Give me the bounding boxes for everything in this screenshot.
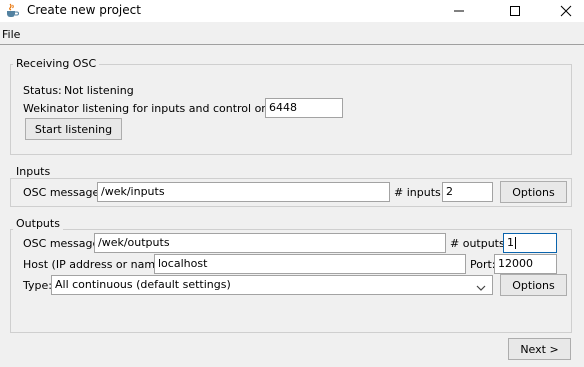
outputs-options-button[interactable]: Options <box>500 274 567 296</box>
output-port-field[interactable]: 12000 <box>494 254 557 274</box>
outputs-title: Outputs <box>13 217 63 230</box>
inputs-title: Inputs <box>13 165 54 178</box>
maximize-icon <box>510 6 520 16</box>
outputs-count-field[interactable]: 1 <box>503 233 557 253</box>
inputs-osc-field[interactable]: /wek/inputs <box>97 182 390 202</box>
receiving-osc-title: Receiving OSC <box>13 57 100 70</box>
menu-bar: File <box>0 26 584 44</box>
chevron-down-icon <box>476 282 486 295</box>
outputs-osc-field[interactable]: /wek/outputs <box>94 233 446 253</box>
status-value: Not listening <box>64 84 134 97</box>
title-bar: Create new project <box>0 0 584 22</box>
host-field[interactable]: localhost <box>154 254 466 274</box>
close-button[interactable] <box>548 0 584 22</box>
java-coffee-icon <box>4 2 20 18</box>
menu-divider <box>0 44 584 45</box>
listen-port-field[interactable]: 6448 <box>265 98 343 118</box>
type-label: Type: <box>23 279 52 292</box>
type-select[interactable]: All continuous (default settings) <box>51 275 493 295</box>
text-caret <box>515 237 516 249</box>
maximize-button[interactable] <box>497 0 533 22</box>
minimize-icon <box>454 10 464 12</box>
inputs-count-label: # inputs: <box>394 186 445 199</box>
minimize-button[interactable] <box>441 0 477 22</box>
outputs-count-label: # outputs: <box>450 237 509 250</box>
status-label: Status: <box>23 84 62 97</box>
type-select-value: All continuous (default settings) <box>55 278 231 291</box>
outputs-osc-label: OSC message: <box>23 237 103 250</box>
close-icon <box>560 5 572 17</box>
next-button[interactable]: Next > <box>508 338 571 360</box>
listen-port-label: Wekinator listening for inputs and contr… <box>23 102 299 115</box>
menu-file[interactable]: File <box>2 28 20 41</box>
inputs-count-field[interactable]: 2 <box>442 182 493 202</box>
start-listening-button[interactable]: Start listening <box>25 118 122 140</box>
outputs-count-value: 1 <box>507 236 514 249</box>
inputs-osc-label: OSC message: <box>23 186 103 199</box>
host-label: Host (IP address or name): <box>23 258 170 271</box>
inputs-options-button[interactable]: Options <box>500 181 567 203</box>
output-port-label: Port: <box>470 258 496 271</box>
window-title: Create new project <box>27 3 141 17</box>
